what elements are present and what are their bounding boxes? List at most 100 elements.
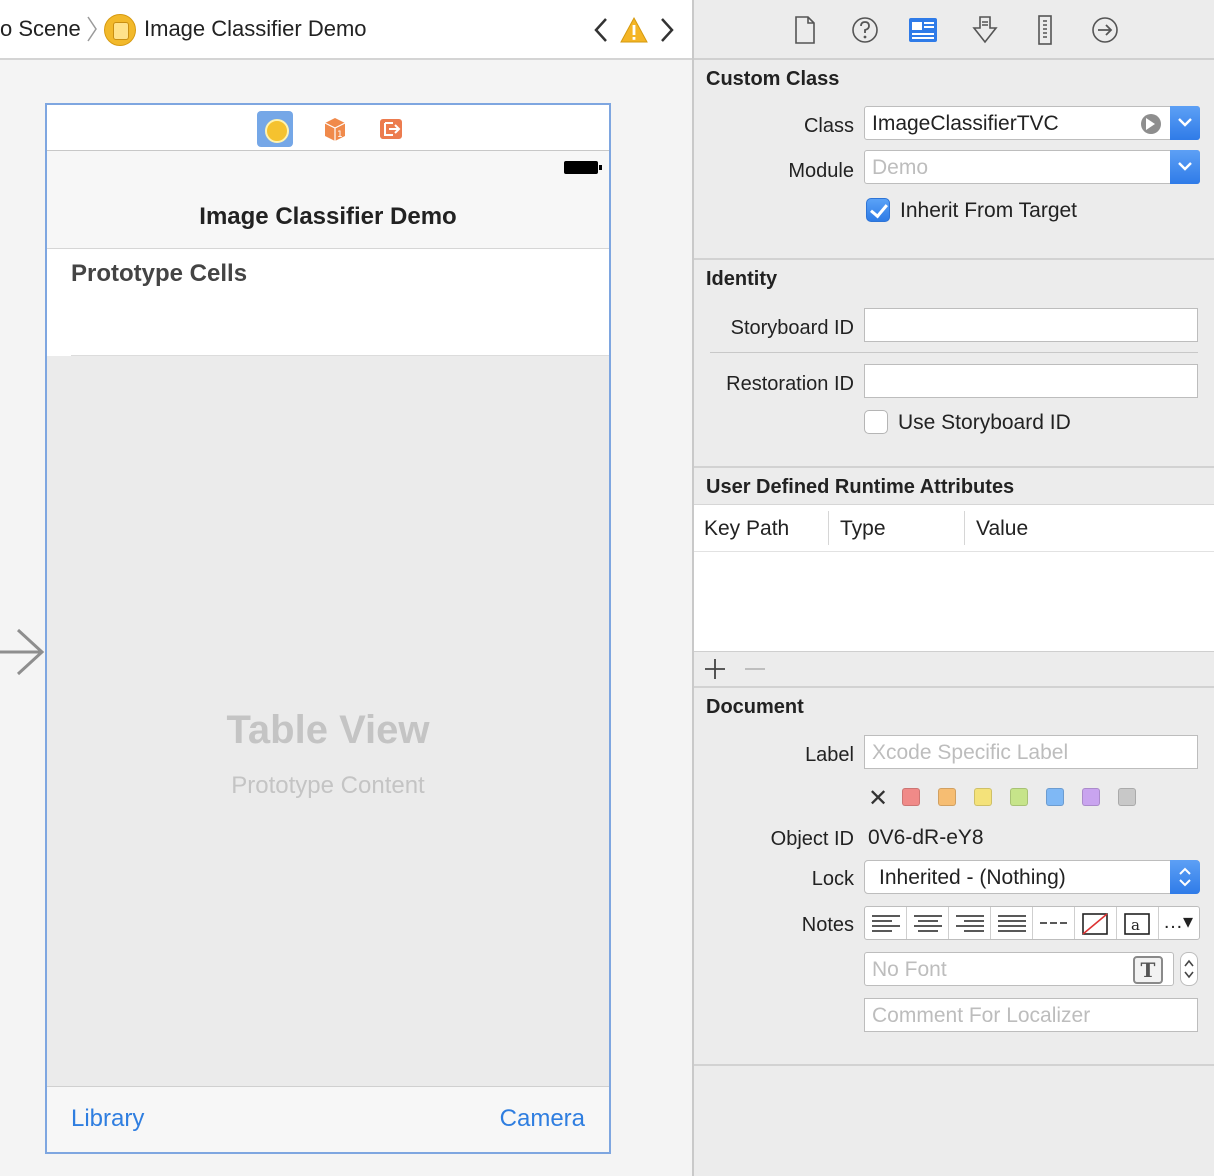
text-color-button[interactable]: a [1117, 907, 1159, 939]
font-size-stepper[interactable] [1180, 952, 1198, 986]
stepper-icon [1184, 959, 1194, 979]
swatch-green[interactable] [1010, 788, 1028, 806]
help-icon [852, 17, 878, 43]
class-dropdown-button[interactable] [1170, 106, 1200, 140]
restoration-id-field[interactable] [864, 364, 1198, 398]
runtime-attributes-table[interactable]: Key Path Type Value [694, 504, 1214, 652]
first-responder-icon[interactable]: 1 [317, 111, 353, 147]
breadcrumb-separator-icon [87, 16, 97, 42]
justify-button[interactable] [991, 907, 1033, 939]
storyboard-id-field[interactable] [864, 308, 1198, 342]
inherit-from-target-label[interactable]: Inherit From Target [900, 199, 1077, 223]
swatch-red[interactable] [902, 788, 920, 806]
table-view-placeholder-title: Table View [226, 708, 430, 752]
navigation-title[interactable]: Image Classifier Demo [47, 203, 609, 231]
size-inspector-tab[interactable] [1030, 14, 1060, 46]
font-field[interactable]: No Font T [864, 952, 1174, 986]
font-picker-icon[interactable]: T [1133, 956, 1163, 984]
identity-card-icon [909, 18, 937, 42]
inspector-tab-bar [694, 0, 1214, 60]
quick-help-tab[interactable] [850, 14, 880, 46]
swatch-purple[interactable] [1082, 788, 1100, 806]
file-inspector-tab[interactable] [790, 14, 820, 46]
connections-inspector-tab[interactable] [1090, 14, 1120, 46]
object-id-value: 0V6-dR-eY8 [868, 826, 984, 849]
battery-icon [564, 161, 602, 174]
xcode-label-field[interactable]: Xcode Specific Label [864, 735, 1198, 769]
camera-bar-button[interactable]: Camera [500, 1105, 585, 1133]
svg-text:1: 1 [337, 130, 343, 140]
lock-popup-arrows[interactable] [1170, 860, 1200, 894]
column-separator [964, 511, 965, 545]
module-placeholder: Demo [872, 156, 929, 179]
table-view[interactable]: Table View Prototype Content [47, 356, 609, 1086]
lock-popup[interactable]: Inherited - (Nothing) [864, 860, 1200, 894]
custom-class-title: Custom Class [706, 68, 840, 90]
breadcrumb-scene[interactable]: o Scene [0, 16, 81, 42]
identity-title: Identity [706, 268, 778, 290]
column-type[interactable]: Type [840, 517, 886, 541]
object-id-label: Object ID [770, 828, 854, 850]
column-key-path[interactable]: Key Path [704, 517, 789, 541]
up-down-chevron-icon [1179, 867, 1191, 887]
attributes-inspector-tab[interactable] [970, 14, 1000, 46]
align-right-button[interactable] [949, 907, 991, 939]
comment-placeholder: Comment For Localizer [872, 1004, 1091, 1027]
initial-view-controller-arrow-icon[interactable] [0, 624, 46, 680]
use-storyboard-id-checkbox[interactable] [864, 410, 888, 434]
warning-icon[interactable] [620, 16, 648, 44]
table-header-divider [694, 551, 1214, 552]
font-placeholder: No Font [872, 958, 947, 981]
text-color-icon: a [1124, 913, 1150, 935]
add-attribute-icon[interactable] [704, 658, 726, 680]
inherit-from-target-checkbox[interactable] [866, 198, 890, 222]
swatch-orange[interactable] [938, 788, 956, 806]
more-options-icon[interactable]: …▾ [1163, 909, 1193, 934]
swatch-blue[interactable] [1046, 788, 1064, 806]
table-view-placeholder-subtitle: Prototype Content [231, 772, 425, 799]
use-storyboard-id-label[interactable]: Use Storyboard ID [898, 411, 1071, 435]
document-title: Document [706, 696, 804, 718]
previous-issue-icon[interactable] [590, 14, 612, 46]
bottom-toolbar: Library Camera [47, 1086, 609, 1152]
justify-icon [998, 915, 1026, 932]
chevron-down-icon [1178, 118, 1192, 127]
class-combobox[interactable]: ImageClassifierTVC [864, 106, 1200, 140]
xcode-label-placeholder: Xcode Specific Label [872, 741, 1069, 764]
library-bar-button[interactable]: Library [71, 1105, 144, 1133]
no-background-button[interactable] [1075, 907, 1117, 939]
view-controller-dock-icon[interactable] [257, 111, 293, 147]
lock-value: Inherited - (Nothing) [879, 866, 1066, 889]
next-issue-icon[interactable] [656, 14, 678, 46]
navigation-bar: Image Classifier Demo [47, 191, 609, 249]
document-label-label: Label [805, 744, 854, 766]
attributes-icon [972, 16, 998, 44]
column-value[interactable]: Value [976, 517, 1028, 541]
swatch-gray[interactable] [1118, 788, 1136, 806]
identity-inspector-tab[interactable] [908, 14, 938, 46]
custom-class-section: Custom Class Class ImageClassifierTVC Mo… [694, 60, 1214, 260]
swatch-yellow[interactable] [974, 788, 992, 806]
storyboard-canvas[interactable]: o Scene Image Classifier Demo 1 Image Cl… [0, 0, 692, 1176]
go-to-class-icon[interactable] [1141, 114, 1161, 134]
class-value: ImageClassifierTVC [872, 112, 1059, 135]
module-dropdown-button[interactable] [1170, 150, 1200, 184]
remove-attribute-icon[interactable] [744, 658, 766, 680]
align-center-button[interactable] [907, 907, 949, 939]
prototype-cells-section[interactable]: Prototype Cells [47, 250, 609, 356]
storyboard-id-label: Storyboard ID [730, 317, 854, 339]
identity-divider [710, 352, 1198, 353]
module-combobox[interactable]: Demo [864, 150, 1200, 184]
exit-icon[interactable] [373, 111, 409, 147]
spacing-button[interactable] [1033, 907, 1075, 939]
comment-for-localizer-field[interactable]: Comment For Localizer [864, 998, 1198, 1032]
class-label: Class [803, 115, 854, 137]
align-left-button[interactable] [865, 907, 907, 939]
breadcrumb-controller[interactable]: Image Classifier Demo [144, 16, 367, 42]
table-view-controller-scene[interactable]: 1 Image Classifier Demo Prototype Cells … [45, 103, 611, 1154]
no-color-icon[interactable]: ✕ [868, 784, 888, 813]
ruler-icon [1038, 15, 1052, 45]
document-section: Document Label Xcode Specific Label ✕ Ob… [694, 688, 1214, 1066]
identity-section: Identity Storyboard ID Restoration ID Us… [694, 260, 1214, 468]
file-icon [795, 16, 815, 44]
